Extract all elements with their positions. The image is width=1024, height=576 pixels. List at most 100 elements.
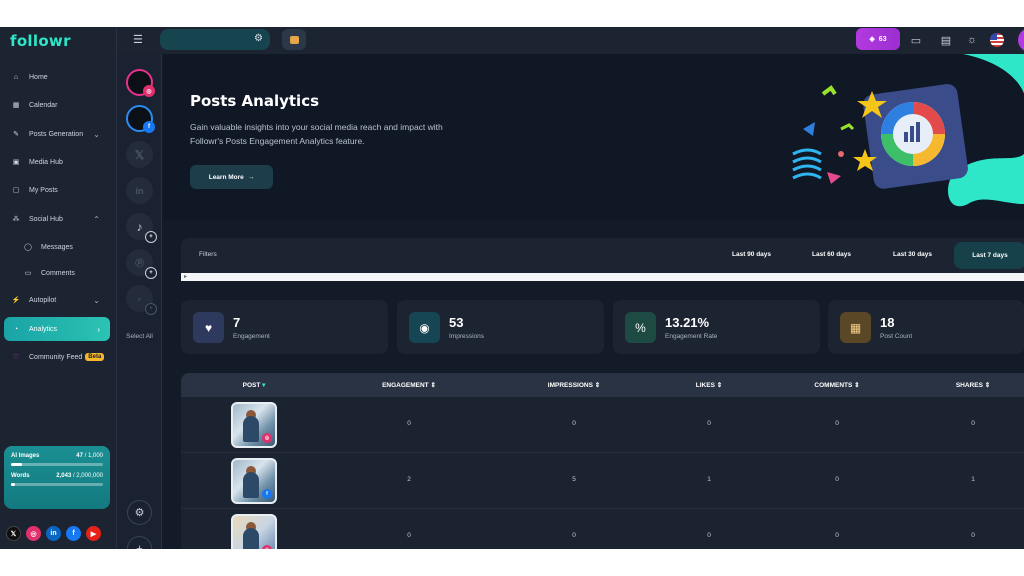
filter-last-7-days[interactable]: Last 7 days <box>954 242 1024 269</box>
calendar-icon: ▦ <box>12 102 20 109</box>
cell-likes: 1 <box>707 476 711 483</box>
media-button[interactable] <box>282 29 306 50</box>
table-row[interactable]: ◎ 0 0 0 0 0 <box>181 397 1024 453</box>
menu-icon[interactable]: ☰ <box>133 33 147 47</box>
table-row[interactable]: f 2 5 1 0 1 <box>181 453 1024 509</box>
words-progress <box>11 483 103 486</box>
x-icon: 𝕏 <box>134 147 145 162</box>
home-icon: ⌂ <box>13 73 19 81</box>
news-icon[interactable]: ▤ <box>939 33 953 47</box>
sidebar-item-label: Analytics <box>29 325 58 333</box>
accounts-column: ◎ f 𝕏 in ♪ + ℗ + ◦ + Select All ⚙ + <box>117 54 162 549</box>
sidebar-item-home[interactable]: ⌂ Home <box>4 65 110 89</box>
facebook-icon: f <box>262 489 272 499</box>
stat-label: Impressions <box>449 333 485 340</box>
cell-impressions: 5 <box>572 476 576 483</box>
pinterest-icon: ℗ <box>135 255 144 270</box>
linkedin-icon: in <box>135 185 144 196</box>
comments-icon: ▭ <box>24 270 32 277</box>
table-row[interactable]: ◎ 0 0 0 0 0 <box>181 509 1024 549</box>
chevron-down-icon: ⌄ <box>93 295 100 305</box>
posts-table: POST ▾ ENGAGEMENT ⇕ IMPRESSIONS ⇕ LIKES … <box>181 373 1024 549</box>
filter-panel-strip[interactable]: ▸ <box>181 273 1024 281</box>
account-x[interactable]: 𝕏 <box>126 141 153 168</box>
account-facebook[interactable]: f <box>126 105 155 133</box>
avatar[interactable] <box>1018 28 1024 52</box>
community-feed-icon: ♡ <box>12 354 20 361</box>
account-instagram[interactable]: ◎ <box>126 69 155 97</box>
instagram-icon[interactable]: ◎ <box>26 526 41 541</box>
cell-impressions: 0 <box>572 420 576 427</box>
social-links: 𝕏 ◎ in f ▶ <box>6 526 101 541</box>
cell-likes: 0 <box>707 532 711 539</box>
chevron-right-icon: › <box>97 324 100 334</box>
sidebar-item-media-hub[interactable]: ▣ Media Hub <box>4 150 110 174</box>
linkedin-icon[interactable]: in <box>46 526 61 541</box>
words-usage: Words 2,043 / 2,000,000 <box>11 473 103 479</box>
cell-engagement: 2 <box>407 476 411 483</box>
sidebar-item-calendar[interactable]: ▦ Calendar <box>4 93 110 117</box>
sun-icon[interactable]: ☼ <box>965 33 979 47</box>
youtube-icon[interactable]: ▶ <box>86 526 101 541</box>
post-thumbnail[interactable]: f <box>231 458 277 504</box>
page-title: Posts Analytics <box>190 92 320 110</box>
cell-engagement: 0 <box>407 420 411 427</box>
account-other[interactable]: ◦ + <box>126 285 157 315</box>
chevron-up-icon: ⌃ <box>93 214 100 224</box>
sidebar-item-community-feed[interactable]: ♡ Community Feed Beta <box>4 345 110 369</box>
post-thumbnail[interactable]: ◎ <box>231 514 277 549</box>
column-post[interactable]: POST ▾ <box>199 381 309 389</box>
my-posts-icon: ▢ <box>12 187 20 194</box>
top-bar: ☰ ⚙ ◈ 63 ▭ ▤ ☼ <box>117 27 1024 54</box>
add-icon: + <box>145 303 157 315</box>
sidebar-item-my-posts[interactable]: ▢ My Posts <box>4 178 110 202</box>
instagram-icon: ◎ <box>262 433 272 443</box>
sidebar-item-messages[interactable]: ◯ Messages <box>16 235 110 259</box>
column-likes[interactable]: LIKES ⇕ <box>654 381 764 389</box>
filter-last-60-days[interactable]: Last 60 days <box>812 251 851 258</box>
search-settings-icon[interactable]: ⚙ <box>254 33 263 44</box>
usage-limit: / 1,000 <box>84 453 103 459</box>
post-thumbnail[interactable]: ◎ <box>231 402 277 448</box>
posts-generation-icon: ✎ <box>13 131 19 138</box>
cell-shares: 0 <box>971 532 975 539</box>
cell-likes: 0 <box>707 420 711 427</box>
cell-shares: 1 <box>971 476 975 483</box>
video-icon[interactable]: ▭ <box>909 33 923 47</box>
gear-icon[interactable]: ⚙ <box>127 500 152 525</box>
facebook-icon[interactable]: f <box>66 526 81 541</box>
add-account-button[interactable]: + <box>127 536 152 549</box>
filter-last-30-days[interactable]: Last 30 days <box>893 251 932 258</box>
learn-more-label: Learn More <box>208 173 244 181</box>
main-content: Posts Analytics Gain valuable insights i… <box>163 54 1024 549</box>
x-icon[interactable]: 𝕏 <box>6 526 21 541</box>
column-comments[interactable]: COMMENTS ⇕ <box>782 381 892 389</box>
sidebar-item-autopilot[interactable]: ⚡ Autopilot ⌄ <box>4 288 110 312</box>
ai-images-progress <box>11 463 103 466</box>
stat-card-engagement-rate: % 13.21% Engagement Rate <box>613 300 820 354</box>
sidebar-item-analytics[interactable]: ◔ Analytics › <box>4 317 110 341</box>
sidebar-item-comments[interactable]: ▭ Comments <box>16 261 110 285</box>
column-engagement[interactable]: ENGAGEMENT ⇕ <box>354 381 464 389</box>
cell-comments: 0 <box>835 420 839 427</box>
account-linkedin[interactable]: in <box>126 177 153 204</box>
beta-badge: Beta <box>85 353 105 361</box>
sidebar-item-posts-generation[interactable]: ✎ Posts Generation ⌄ <box>4 122 110 146</box>
sidebar-item-social-hub[interactable]: ⁂ Social Hub ⌃ <box>4 207 110 231</box>
heart-icon: ♥ <box>193 312 224 343</box>
learn-more-button[interactable]: Learn More → <box>190 165 273 189</box>
stat-value: 53 <box>449 315 464 330</box>
account-pinterest[interactable]: ℗ + <box>126 249 157 279</box>
search-input[interactable]: ⚙ <box>160 29 270 50</box>
select-all-button[interactable]: Select All <box>117 332 162 341</box>
account-tiktok[interactable]: ♪ + <box>126 213 157 243</box>
eye-icon: ◉ <box>409 312 440 343</box>
column-impressions[interactable]: IMPRESSIONS ⇕ <box>519 381 629 389</box>
filter-last-90-days[interactable]: Last 90 days <box>732 251 771 258</box>
stat-label: Engagement <box>233 333 270 340</box>
sidebar-item-label: Comments <box>41 269 75 277</box>
us-flag-icon[interactable] <box>990 33 1004 47</box>
stat-label: Engagement Rate <box>665 333 718 340</box>
credits-button[interactable]: ◈ 63 <box>856 28 900 50</box>
column-shares[interactable]: SHARES ⇕ <box>918 381 1024 389</box>
